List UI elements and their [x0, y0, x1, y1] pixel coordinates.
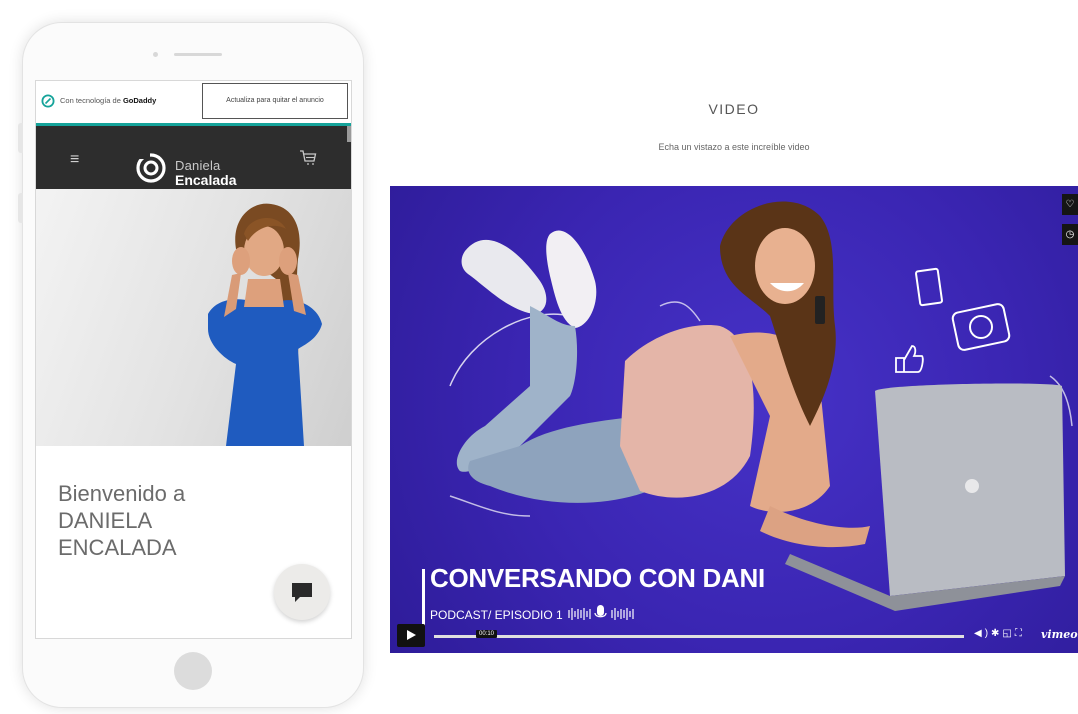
brand-first-name[interactable]: Daniela — [175, 158, 221, 173]
video-controls: 00:10 ◀)✱◱⛶ vimeo — [390, 622, 1078, 653]
podcast-waveform-icon — [568, 605, 634, 620]
pip-icon[interactable]: ◱ — [1002, 628, 1014, 639]
scrollbar[interactable] — [347, 126, 351, 142]
video-player[interactable]: ♡ ◷ CONVERSANDO CON DANI PODCAST/ EPISOD… — [390, 186, 1078, 653]
upgrade-remove-ad-button[interactable]: Actualiza para quitar el anuncio — [202, 83, 348, 119]
fullscreen-icon[interactable]: ⛶ — [1015, 628, 1025, 639]
phone-home-button — [174, 652, 212, 690]
video-title: CONVERSANDO CON DANI — [430, 563, 765, 593]
phone-speaker — [174, 53, 222, 56]
heart-icon[interactable]: ♡ — [1062, 194, 1078, 215]
phone-camera — [153, 52, 158, 57]
shopping-cart-icon[interactable] — [299, 150, 317, 166]
phone-side-button — [18, 193, 23, 223]
play-button[interactable] — [397, 624, 425, 647]
video-progress-track[interactable]: 00:10 — [434, 630, 964, 638]
clock-icon[interactable]: ◷ — [1062, 224, 1078, 245]
video-subtitle: PODCAST/ EPISODIO 1 — [430, 608, 563, 622]
volume-icon[interactable]: ◀) — [974, 628, 991, 639]
woman-blue-dress-illustration — [208, 203, 322, 446]
time-tooltip: 00:10 — [476, 630, 498, 638]
section-title: VIDEO — [708, 101, 760, 117]
godaddy-banner-text: Con tecnología de GoDaddy — [60, 96, 157, 105]
player-control-icons: ◀)✱◱⛶ — [974, 628, 1025, 639]
hamburger-menu-icon[interactable]: ≡ — [70, 152, 79, 168]
welcome-line-1: Bienvenido a — [58, 481, 186, 506]
video-title-bar — [422, 569, 425, 629]
hero-photo — [36, 189, 351, 446]
site-header: ≡ Daniela Encalada — [36, 126, 351, 189]
welcome-line-2: DANIELA — [58, 507, 153, 533]
section-subtitle: Echa un vistazo a este increíble video — [658, 142, 810, 152]
brand-last-name[interactable]: Encalada — [175, 172, 236, 188]
welcome-line-3: ENCALADA — [58, 534, 177, 560]
settings-icon[interactable]: ✱ — [991, 628, 1002, 639]
welcome-heading: Bienvenido a DANIELA ENCALADA — [58, 481, 185, 561]
vimeo-logo[interactable]: vimeo — [1041, 628, 1078, 641]
brand-logo-icon — [136, 153, 166, 183]
godaddy-banner: Con tecnología de GoDaddy Actualiza para… — [36, 81, 351, 126]
phone-mockup: Con tecnología de GoDaddy Actualiza para… — [18, 22, 364, 708]
chat-bubble-icon — [292, 583, 312, 602]
godaddy-logo-icon — [41, 94, 55, 108]
chat-button[interactable] — [274, 564, 330, 620]
phone-screen: Con tecnología de GoDaddy Actualiza para… — [35, 80, 352, 639]
phone-side-button — [18, 123, 23, 153]
